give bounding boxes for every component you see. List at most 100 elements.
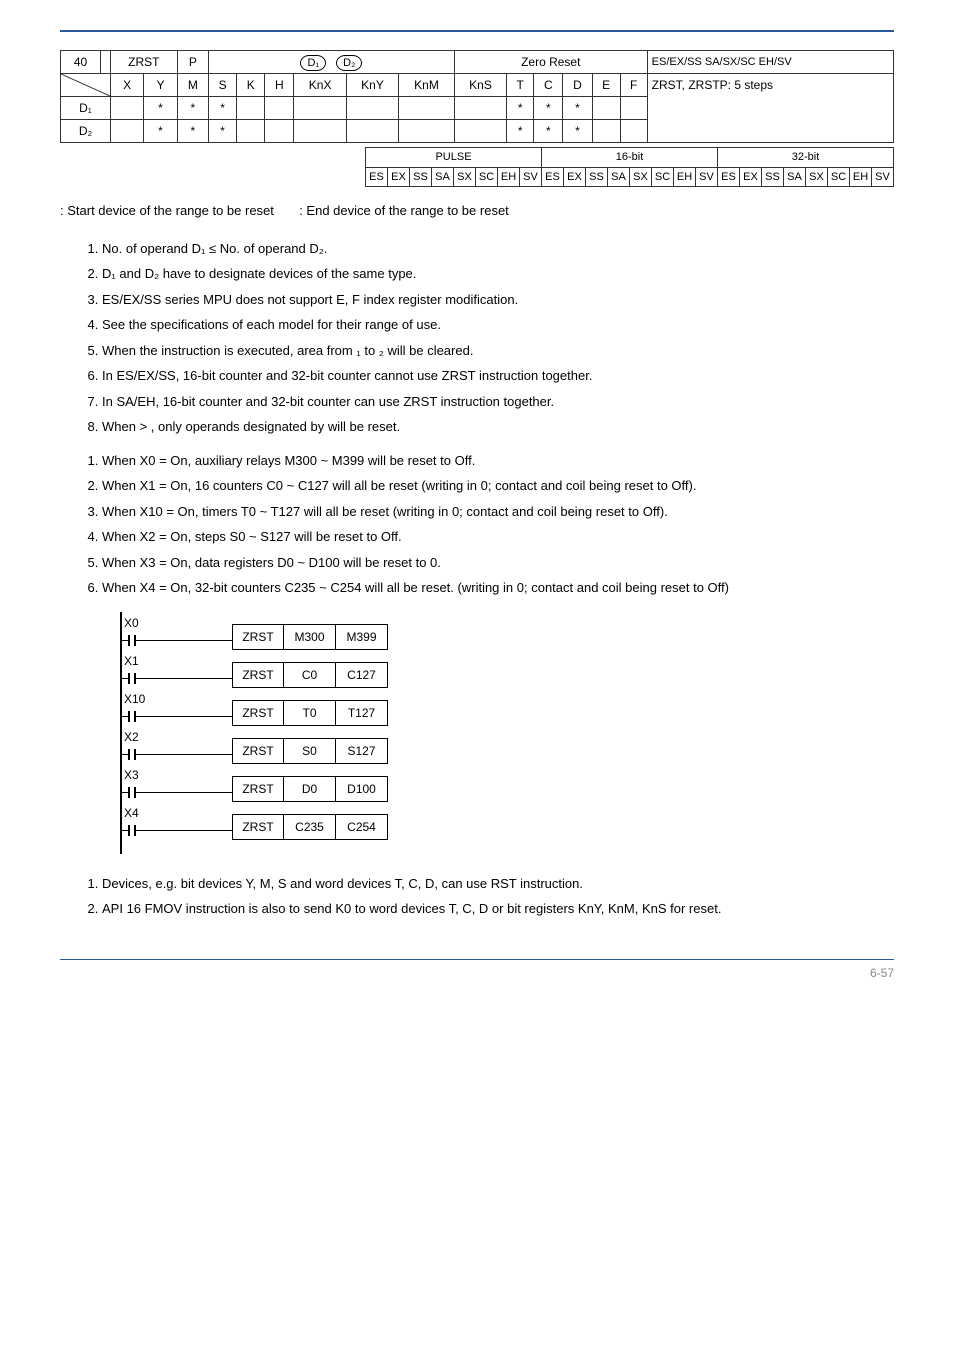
pe-5: When X3 = On, data registers D0 ~ D100 w…	[102, 553, 894, 573]
arg1-cell: D0	[284, 776, 336, 802]
hdr-C: C	[534, 74, 563, 97]
operand-start-desc: : Start device of the range to be reset	[60, 203, 274, 218]
contact-label: X0	[124, 614, 139, 632]
instruction-box: ZRST C235 C254	[232, 814, 388, 840]
arg1-cell: C0	[284, 662, 336, 688]
pulse-cell: SS	[762, 167, 784, 187]
steps-note: ZRST, ZRSTP: 5 steps	[647, 74, 893, 143]
instruction-box: ZRST T0 T127	[232, 700, 388, 726]
pulse-table: PULSE 16-bit 32-bit ESEXSSSASXSCEHSVESEX…	[365, 147, 894, 187]
pulse-cell: SC	[828, 167, 850, 187]
arg1-cell: T0	[284, 700, 336, 726]
ladder-rung: X10 ZRST T0 T127	[120, 688, 894, 726]
footer-rule	[60, 959, 894, 960]
ladder-rung: X4 ZRST C235 C254	[120, 802, 894, 840]
pulse-cell: ES	[542, 167, 564, 187]
expl-5: When the instruction is executed, area f…	[102, 341, 894, 361]
page-number: 6-57	[60, 964, 894, 982]
ladder-rung: X2 ZRST S0 S127	[120, 726, 894, 764]
contact-label: X3	[124, 766, 139, 784]
expl-6: In ES/EX/SS, 16-bit counter and 32-bit c…	[102, 366, 894, 386]
arg2-cell: C254	[336, 814, 388, 840]
pulse-header: PULSE	[366, 148, 542, 168]
instruction-box: ZRST M300 M399	[232, 624, 388, 650]
contact: X1	[122, 668, 232, 688]
operand-p: P	[177, 51, 208, 74]
hdr-K: K	[237, 74, 265, 97]
pulse-cell: EX	[564, 167, 586, 187]
arg1-cell: C235	[284, 814, 336, 840]
contact: X10	[122, 706, 232, 726]
pulse-cell: SX	[806, 167, 828, 187]
remarks-list: Devices, e.g. bit devices Y, M, S and wo…	[60, 874, 894, 919]
diag-cell	[61, 74, 111, 97]
pulse-cell: ES	[718, 167, 740, 187]
pulse-cell: ES	[366, 167, 388, 187]
arg2-cell: C127	[336, 662, 388, 688]
op-cell: ZRST	[232, 776, 284, 802]
hdr-KnY: KnY	[346, 74, 398, 97]
hdr-H: H	[265, 74, 294, 97]
contact: X3	[122, 782, 232, 802]
hdr-D: D	[563, 74, 592, 97]
pulse-cell: EH	[850, 167, 872, 187]
hdr-M: M	[177, 74, 208, 97]
hdr-S: S	[209, 74, 237, 97]
pulse-cell: SV	[696, 167, 718, 187]
pe-1: When X0 = On, auxiliary relays M300 ~ M3…	[102, 451, 894, 471]
op-cell: ZRST	[232, 624, 284, 650]
expl-8: When > , only operands designated by wil…	[102, 417, 894, 437]
pulse-cell: EH	[674, 167, 696, 187]
expl-2: D₁ and D₂ have to designate devices of t…	[102, 264, 894, 284]
pulse-cell: EX	[740, 167, 762, 187]
pulse-cell: SA	[608, 167, 630, 187]
row-d2-label: D₂	[61, 120, 111, 143]
hdr-Y: Y	[144, 74, 177, 97]
arg2-cell: T127	[336, 700, 388, 726]
operands-line: : Start device of the range to be reset …	[60, 201, 894, 221]
arg1-cell: S0	[284, 738, 336, 764]
op-cell: ZRST	[232, 700, 284, 726]
op-cell: ZRST	[232, 662, 284, 688]
pulse-cell: EX	[388, 167, 410, 187]
bit16-header: 16-bit	[542, 148, 718, 168]
api-cell: 40	[61, 51, 101, 74]
pulse-cell: SC	[652, 167, 674, 187]
arg2-cell: M399	[336, 624, 388, 650]
arg1-cell: M300	[284, 624, 336, 650]
pe-4: When X2 = On, steps S0 ~ S127 will be re…	[102, 527, 894, 547]
instruction-box: ZRST D0 D100	[232, 776, 388, 802]
pe-2: When X1 = On, 16 counters C0 ~ C127 will…	[102, 476, 894, 496]
op-cell: ZRST	[232, 814, 284, 840]
pulse-cell: SS	[410, 167, 432, 187]
instruction-box: ZRST C0 C127	[232, 662, 388, 688]
expl-1: No. of operand D₁ ≤ No. of operand D₂.	[102, 239, 894, 259]
remark-1: Devices, e.g. bit devices Y, M, S and wo…	[102, 874, 894, 894]
bit32-header: 32-bit	[718, 148, 894, 168]
pe-6: When X4 = On, 32-bit counters C235 ~ C25…	[102, 578, 894, 598]
op-cell: ZRST	[232, 738, 284, 764]
hdr-F: F	[620, 74, 647, 97]
pulse-cells-row: ESEXSSSASXSCEHSVESEXSSSASXSCEHSVESEXSSSA…	[366, 167, 894, 187]
expl-4: See the specifications of each model for…	[102, 315, 894, 335]
contact-label: X1	[124, 652, 139, 670]
contact: X0	[122, 630, 232, 650]
contact-label: X10	[124, 690, 145, 708]
hdr-E: E	[592, 74, 620, 97]
instruction-box: ZRST S0 S127	[232, 738, 388, 764]
row-d1-label: D₁	[61, 97, 111, 120]
arg2-cell: D100	[336, 776, 388, 802]
pulse-cell: SV	[520, 167, 542, 187]
pulse-cell: EH	[498, 167, 520, 187]
pulse-cell: SA	[784, 167, 806, 187]
hdr-X: X	[111, 74, 144, 97]
pulse-cell: SV	[872, 167, 894, 187]
pulse-cell: SC	[476, 167, 498, 187]
function-cell: Zero Reset	[454, 51, 647, 74]
ladder-diagram: X0 ZRST M300 M399 X1 ZRST C0 C127 X10	[120, 612, 894, 854]
arg2-cell: S127	[336, 738, 388, 764]
program-example-list: When X0 = On, auxiliary relays M300 ~ M3…	[60, 451, 894, 598]
hdr-KnM: KnM	[399, 74, 455, 97]
mnemonic-cell: ZRST	[111, 51, 178, 74]
expl-7: In SA/EH, 16-bit counter and 32-bit coun…	[102, 392, 894, 412]
